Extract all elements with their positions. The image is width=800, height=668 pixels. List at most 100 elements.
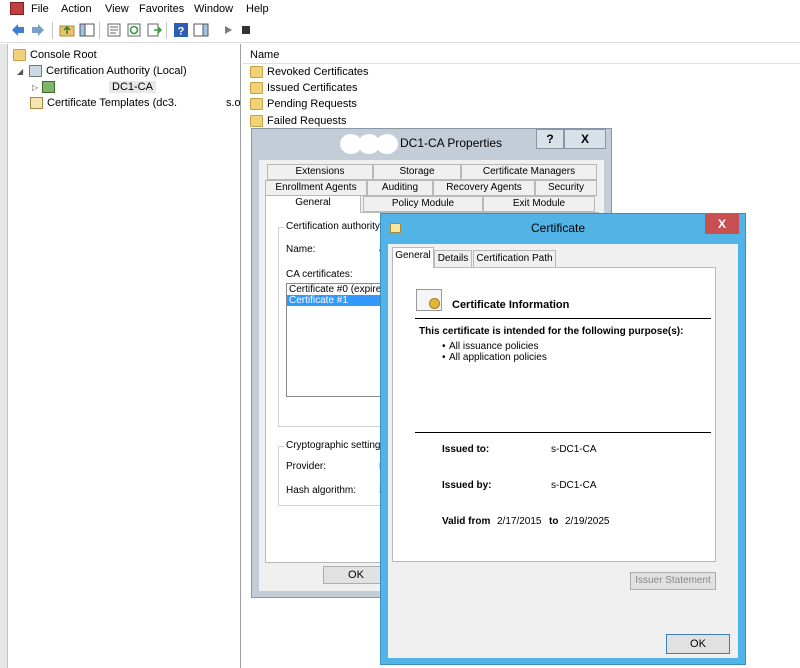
menu-help[interactable]: Help xyxy=(246,3,269,15)
tree-item-console-root[interactable]: Console Root xyxy=(13,47,97,63)
stop-service-icon[interactable] xyxy=(238,22,254,38)
tab-security[interactable]: Security xyxy=(535,180,597,196)
svg-text:?: ? xyxy=(178,26,185,38)
menu-favorites[interactable]: Favorites xyxy=(139,3,184,15)
close-button[interactable]: X xyxy=(564,129,606,149)
tab-storage[interactable]: Storage xyxy=(373,164,461,180)
close-button[interactable]: X xyxy=(705,214,739,234)
left-edge xyxy=(0,44,8,668)
valid-to-date: 2/19/2025 xyxy=(565,516,610,527)
properties-icon[interactable] xyxy=(106,22,122,38)
dialog-title: Certificate xyxy=(531,221,586,235)
expand-arrow-icon[interactable]: ◢ xyxy=(17,67,29,76)
list-item-revoked[interactable]: Revoked Certificates xyxy=(250,64,369,80)
purpose-bullet: • xyxy=(442,341,446,352)
action-pane-icon[interactable] xyxy=(193,22,209,38)
issuer-statement-button[interactable]: Issuer Statement xyxy=(630,572,716,590)
tree-label: DC1-CA xyxy=(109,81,156,93)
menu-action[interactable]: Action xyxy=(61,3,92,15)
list-header[interactable]: Name xyxy=(242,46,800,64)
hash-algorithm-label: Hash algorithm: xyxy=(286,485,357,496)
dialog-title: DC1-CA Properties xyxy=(400,136,503,150)
issued-to-value: s-DC1-CA xyxy=(551,444,597,455)
certificate-small-icon xyxy=(390,223,401,233)
help-icon[interactable]: ? xyxy=(173,22,189,38)
issued-by-value: s-DC1-CA xyxy=(551,480,597,491)
redaction-blob xyxy=(376,134,398,154)
list-item-label: Pending Requests xyxy=(267,98,357,110)
dialog-body: General Details Certification Path Certi… xyxy=(388,244,738,658)
tab-enrollment-agents[interactable]: Enrollment Agents xyxy=(265,180,367,196)
up-folder-icon[interactable] xyxy=(59,22,75,38)
purpose-bullet: • xyxy=(442,352,446,363)
tree-item-certification-authority[interactable]: ◢ Certification Authority (Local) xyxy=(17,63,187,79)
computer-icon xyxy=(29,65,42,77)
list-item-pending[interactable]: Pending Requests xyxy=(250,96,357,112)
issued-to-label: Issued to: xyxy=(442,444,490,455)
back-arrow-icon[interactable] xyxy=(10,22,26,38)
refresh-icon[interactable] xyxy=(126,22,142,38)
collapsed-arrow-icon[interactable]: ▷ xyxy=(32,83,42,92)
tab-general[interactable]: General xyxy=(265,195,361,213)
tab-exit-module[interactable]: Exit Module xyxy=(483,196,595,212)
app-icon[interactable] xyxy=(10,2,24,15)
tree-item-certificate-templates[interactable]: Certificate Templates (dc3. xyxy=(30,95,177,111)
menu-window[interactable]: Window xyxy=(194,3,233,15)
ok-button[interactable]: OK xyxy=(666,634,730,654)
valid-from-label: Valid from xyxy=(442,516,491,527)
tab-general[interactable]: General xyxy=(392,247,434,268)
crypto-group-caption: Cryptographic settings xyxy=(284,440,388,451)
tab-policy-module[interactable]: Policy Module xyxy=(363,196,483,212)
valid-to-label: to xyxy=(549,516,559,527)
divider xyxy=(415,318,711,319)
start-service-icon[interactable] xyxy=(220,22,236,38)
menu-view[interactable]: View xyxy=(105,3,129,15)
toolbar: ? xyxy=(0,18,800,43)
console-tree: Console Root ◢ Certification Authority (… xyxy=(8,44,241,668)
forward-arrow-icon[interactable] xyxy=(30,22,46,38)
folder-icon xyxy=(250,98,263,110)
purpose-item: All issuance policies xyxy=(449,341,539,352)
list-item-label: Issued Certificates xyxy=(267,82,358,94)
ca-group-caption: Certification authority (C xyxy=(284,221,396,232)
divider xyxy=(415,432,711,433)
tab-recovery-agents[interactable]: Recovery Agents xyxy=(433,180,535,196)
certificate-icon xyxy=(416,289,442,311)
show-hide-tree-icon[interactable] xyxy=(79,22,95,38)
column-name-header[interactable]: Name xyxy=(250,49,279,61)
toolbar-separator xyxy=(99,22,100,39)
certificate-info-panel: Certificate Information This certificate… xyxy=(392,267,716,562)
folder-icon xyxy=(13,49,26,61)
tab-certification-path[interactable]: Certification Path xyxy=(473,250,556,268)
tab-certificate-managers[interactable]: Certificate Managers xyxy=(461,164,597,180)
tab-auditing[interactable]: Auditing xyxy=(367,180,433,196)
folder-icon xyxy=(250,82,263,94)
name-label: Name: xyxy=(286,244,316,255)
list-item-failed[interactable]: Failed Requests xyxy=(250,113,347,129)
ca-certificates-label: CA certificates: xyxy=(286,269,353,280)
tree-label: Console Root xyxy=(30,49,97,61)
dialog-titlebar[interactable]: Certificate X xyxy=(381,214,745,242)
tab-details[interactable]: Details xyxy=(434,250,472,268)
certificate-information-title: Certificate Information xyxy=(452,299,570,311)
list-item-label: Failed Requests xyxy=(267,115,347,127)
folder-icon xyxy=(250,115,263,127)
purpose-item: All application policies xyxy=(449,352,547,363)
menu-file[interactable]: File xyxy=(31,3,49,15)
help-button[interactable]: ? xyxy=(536,129,564,149)
tree-item-ca-node[interactable]: ▷ DC1-CA xyxy=(32,79,156,95)
list-item-issued[interactable]: Issued Certificates xyxy=(250,80,357,96)
seal-icon xyxy=(429,298,440,309)
toolbar-separator xyxy=(52,22,53,39)
certificate-dialog: Certificate X General Details Certificat… xyxy=(380,213,746,665)
provider-label: Provider: xyxy=(286,461,327,472)
dialog-titlebar[interactable]: DC1-CA Properties ? X xyxy=(252,129,611,157)
truncated-text: s.o xyxy=(226,97,241,109)
export-list-icon[interactable] xyxy=(146,22,162,38)
templates-icon xyxy=(30,97,43,109)
tab-extensions[interactable]: Extensions xyxy=(267,164,373,180)
tree-label: Certification Authority (Local) xyxy=(46,65,187,77)
tree-label: Certificate Templates (dc3. xyxy=(47,97,178,109)
toolbar-separator xyxy=(166,22,167,39)
menu-bar: File Action View Favorites Window Help xyxy=(0,0,800,18)
